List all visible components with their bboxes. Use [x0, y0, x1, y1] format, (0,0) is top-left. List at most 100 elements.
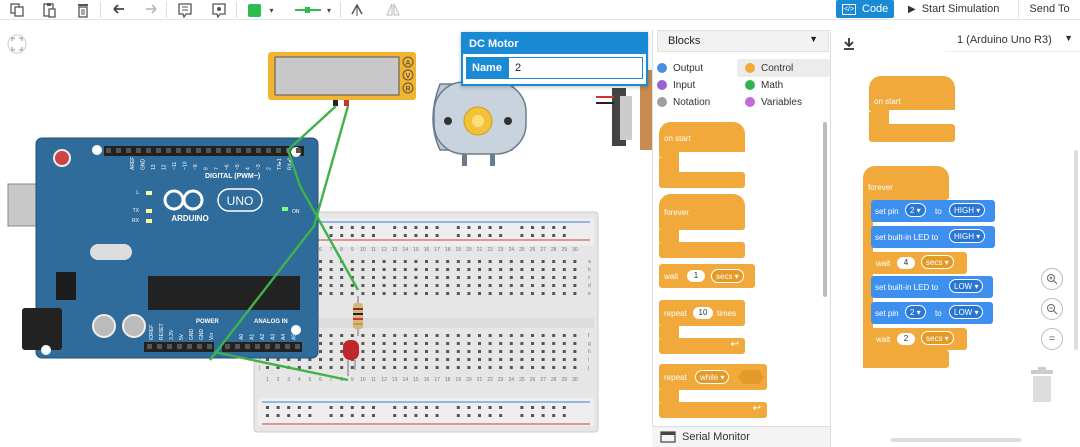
header-pin[interactable] — [206, 148, 211, 153]
breadboard-hole[interactable] — [562, 358, 566, 361]
breadboard-hole[interactable] — [573, 350, 577, 353]
rail-hole[interactable] — [552, 234, 556, 237]
palette-wait-block[interactable]: wait 1 secs ▾ — [659, 264, 755, 288]
breadboard-hole[interactable] — [552, 260, 556, 263]
rail-hole[interactable] — [531, 234, 534, 237]
breadboard-hole[interactable] — [403, 260, 407, 263]
breadboard-hole[interactable] — [467, 276, 471, 279]
rail-hole[interactable] — [541, 414, 545, 417]
rail-hole[interactable] — [361, 406, 365, 409]
breadboard-hole[interactable] — [435, 366, 439, 369]
breadboard-hole[interactable] — [509, 350, 513, 353]
header-pin[interactable] — [236, 148, 241, 153]
breadboard-hole[interactable] — [382, 284, 386, 287]
rail-hole[interactable] — [488, 414, 492, 417]
breadboard-hole[interactable] — [531, 358, 534, 361]
rail-hole[interactable] — [350, 414, 354, 417]
breadboard-hole[interactable] — [266, 366, 269, 369]
breadboard-hole[interactable] — [361, 366, 365, 369]
breadboard-hole[interactable] — [435, 358, 439, 361]
header-pin[interactable] — [265, 344, 270, 349]
breadboard-hole[interactable] — [499, 284, 503, 287]
breadboard-hole[interactable] — [573, 334, 577, 337]
breadboard-hole[interactable] — [435, 284, 439, 287]
breadboard-hole[interactable] — [488, 366, 492, 369]
rail-hole[interactable] — [393, 406, 397, 409]
breadboard-hole[interactable] — [541, 334, 545, 337]
breadboard-hole[interactable] — [531, 350, 534, 353]
breadboard-hole[interactable] — [541, 358, 545, 361]
category-variables[interactable]: Variables — [745, 94, 802, 110]
breadboard-hole[interactable] — [340, 292, 344, 295]
ws-wait-2-block[interactable]: wait 2 secs ▾ — [871, 328, 967, 350]
breadboard-hole[interactable] — [319, 268, 322, 271]
breadboard-hole[interactable] — [499, 358, 503, 361]
breadboard-hole[interactable] — [467, 292, 471, 295]
category-math[interactable]: Math — [745, 77, 783, 93]
breadboard-hole[interactable] — [562, 342, 566, 345]
breadboard-hole[interactable] — [467, 342, 471, 345]
rail-hole[interactable] — [562, 234, 566, 237]
rail-hole[interactable] — [541, 234, 545, 237]
breadboard-hole[interactable] — [393, 284, 397, 287]
header-pin[interactable] — [147, 344, 152, 349]
breadboard-hole[interactable] — [414, 284, 418, 287]
header-pin[interactable] — [285, 344, 290, 349]
breadboard-hole[interactable] — [520, 334, 524, 337]
breadboard-hole[interactable] — [350, 292, 354, 295]
breadboard-hole[interactable] — [520, 276, 524, 279]
rail-hole[interactable] — [340, 234, 344, 237]
rail-hole[interactable] — [531, 406, 534, 409]
breadboard-hole[interactable] — [425, 366, 428, 369]
breadboard-hole[interactable] — [361, 358, 365, 361]
breadboard-hole[interactable] — [552, 276, 556, 279]
breadboard-hole[interactable] — [382, 260, 386, 263]
breadboard-hole[interactable] — [509, 260, 513, 263]
fill-color-icon[interactable]: ▾ — [244, 1, 278, 19]
breadboard-hole[interactable] — [361, 350, 365, 353]
breadboard-hole[interactable] — [520, 268, 524, 271]
header-pin[interactable] — [136, 148, 141, 153]
paste-icon[interactable] — [38, 1, 60, 19]
breadboard-hole[interactable] — [552, 268, 556, 271]
header-pin[interactable] — [166, 148, 171, 153]
breadboard-hole[interactable] — [393, 366, 397, 369]
breadboard-hole[interactable] — [456, 260, 460, 263]
palette-wait-unit-dropdown[interactable]: secs ▾ — [711, 269, 744, 283]
breadboard-hole[interactable] — [350, 260, 354, 263]
breadboard-hole[interactable] — [541, 260, 545, 263]
ws-set-led-high-block[interactable]: set built-in LED to HIGH ▾ — [871, 226, 995, 248]
breadboard-hole[interactable] — [531, 292, 534, 295]
breadboard-hole[interactable] — [478, 334, 481, 337]
breadboard-hole[interactable] — [520, 366, 524, 369]
breadboard-hole[interactable] — [340, 334, 344, 337]
breadboard-hole[interactable] — [478, 284, 481, 287]
rail-hole[interactable] — [520, 226, 524, 229]
breadboard-hole[interactable] — [425, 260, 428, 263]
breadboard-hole[interactable] — [319, 350, 322, 353]
rail-hole[interactable] — [414, 406, 418, 409]
ws-set-pin-high-block[interactable]: set pin 2 ▾ to HIGH ▾ — [871, 200, 995, 222]
breadboard-hole[interactable] — [319, 284, 322, 287]
breadboard-hole[interactable] — [456, 268, 460, 271]
rail-hole[interactable] — [478, 234, 481, 237]
breadboard-hole[interactable] — [552, 284, 556, 287]
rail-hole[interactable] — [562, 406, 566, 409]
copy-icon[interactable] — [6, 1, 28, 19]
breadboard-hole[interactable] — [573, 284, 577, 287]
header-pin[interactable] — [176, 148, 181, 153]
breadboard-hole[interactable] — [329, 358, 333, 361]
breadboard-hole[interactable] — [541, 292, 545, 295]
breadboard-hole[interactable] — [319, 342, 322, 345]
breadboard-hole[interactable] — [446, 268, 450, 271]
rail-hole[interactable] — [266, 414, 269, 417]
rail-hole[interactable] — [499, 406, 503, 409]
rail-hole[interactable] — [467, 226, 471, 229]
notes-toggle-icon[interactable] — [208, 1, 230, 19]
rail-hole[interactable] — [329, 406, 333, 409]
breadboard-hole[interactable] — [562, 334, 566, 337]
multimeter[interactable]: A V R — [268, 52, 416, 106]
rail-hole[interactable] — [372, 226, 375, 229]
breadboard-hole[interactable] — [446, 292, 450, 295]
rail-hole[interactable] — [361, 226, 365, 229]
